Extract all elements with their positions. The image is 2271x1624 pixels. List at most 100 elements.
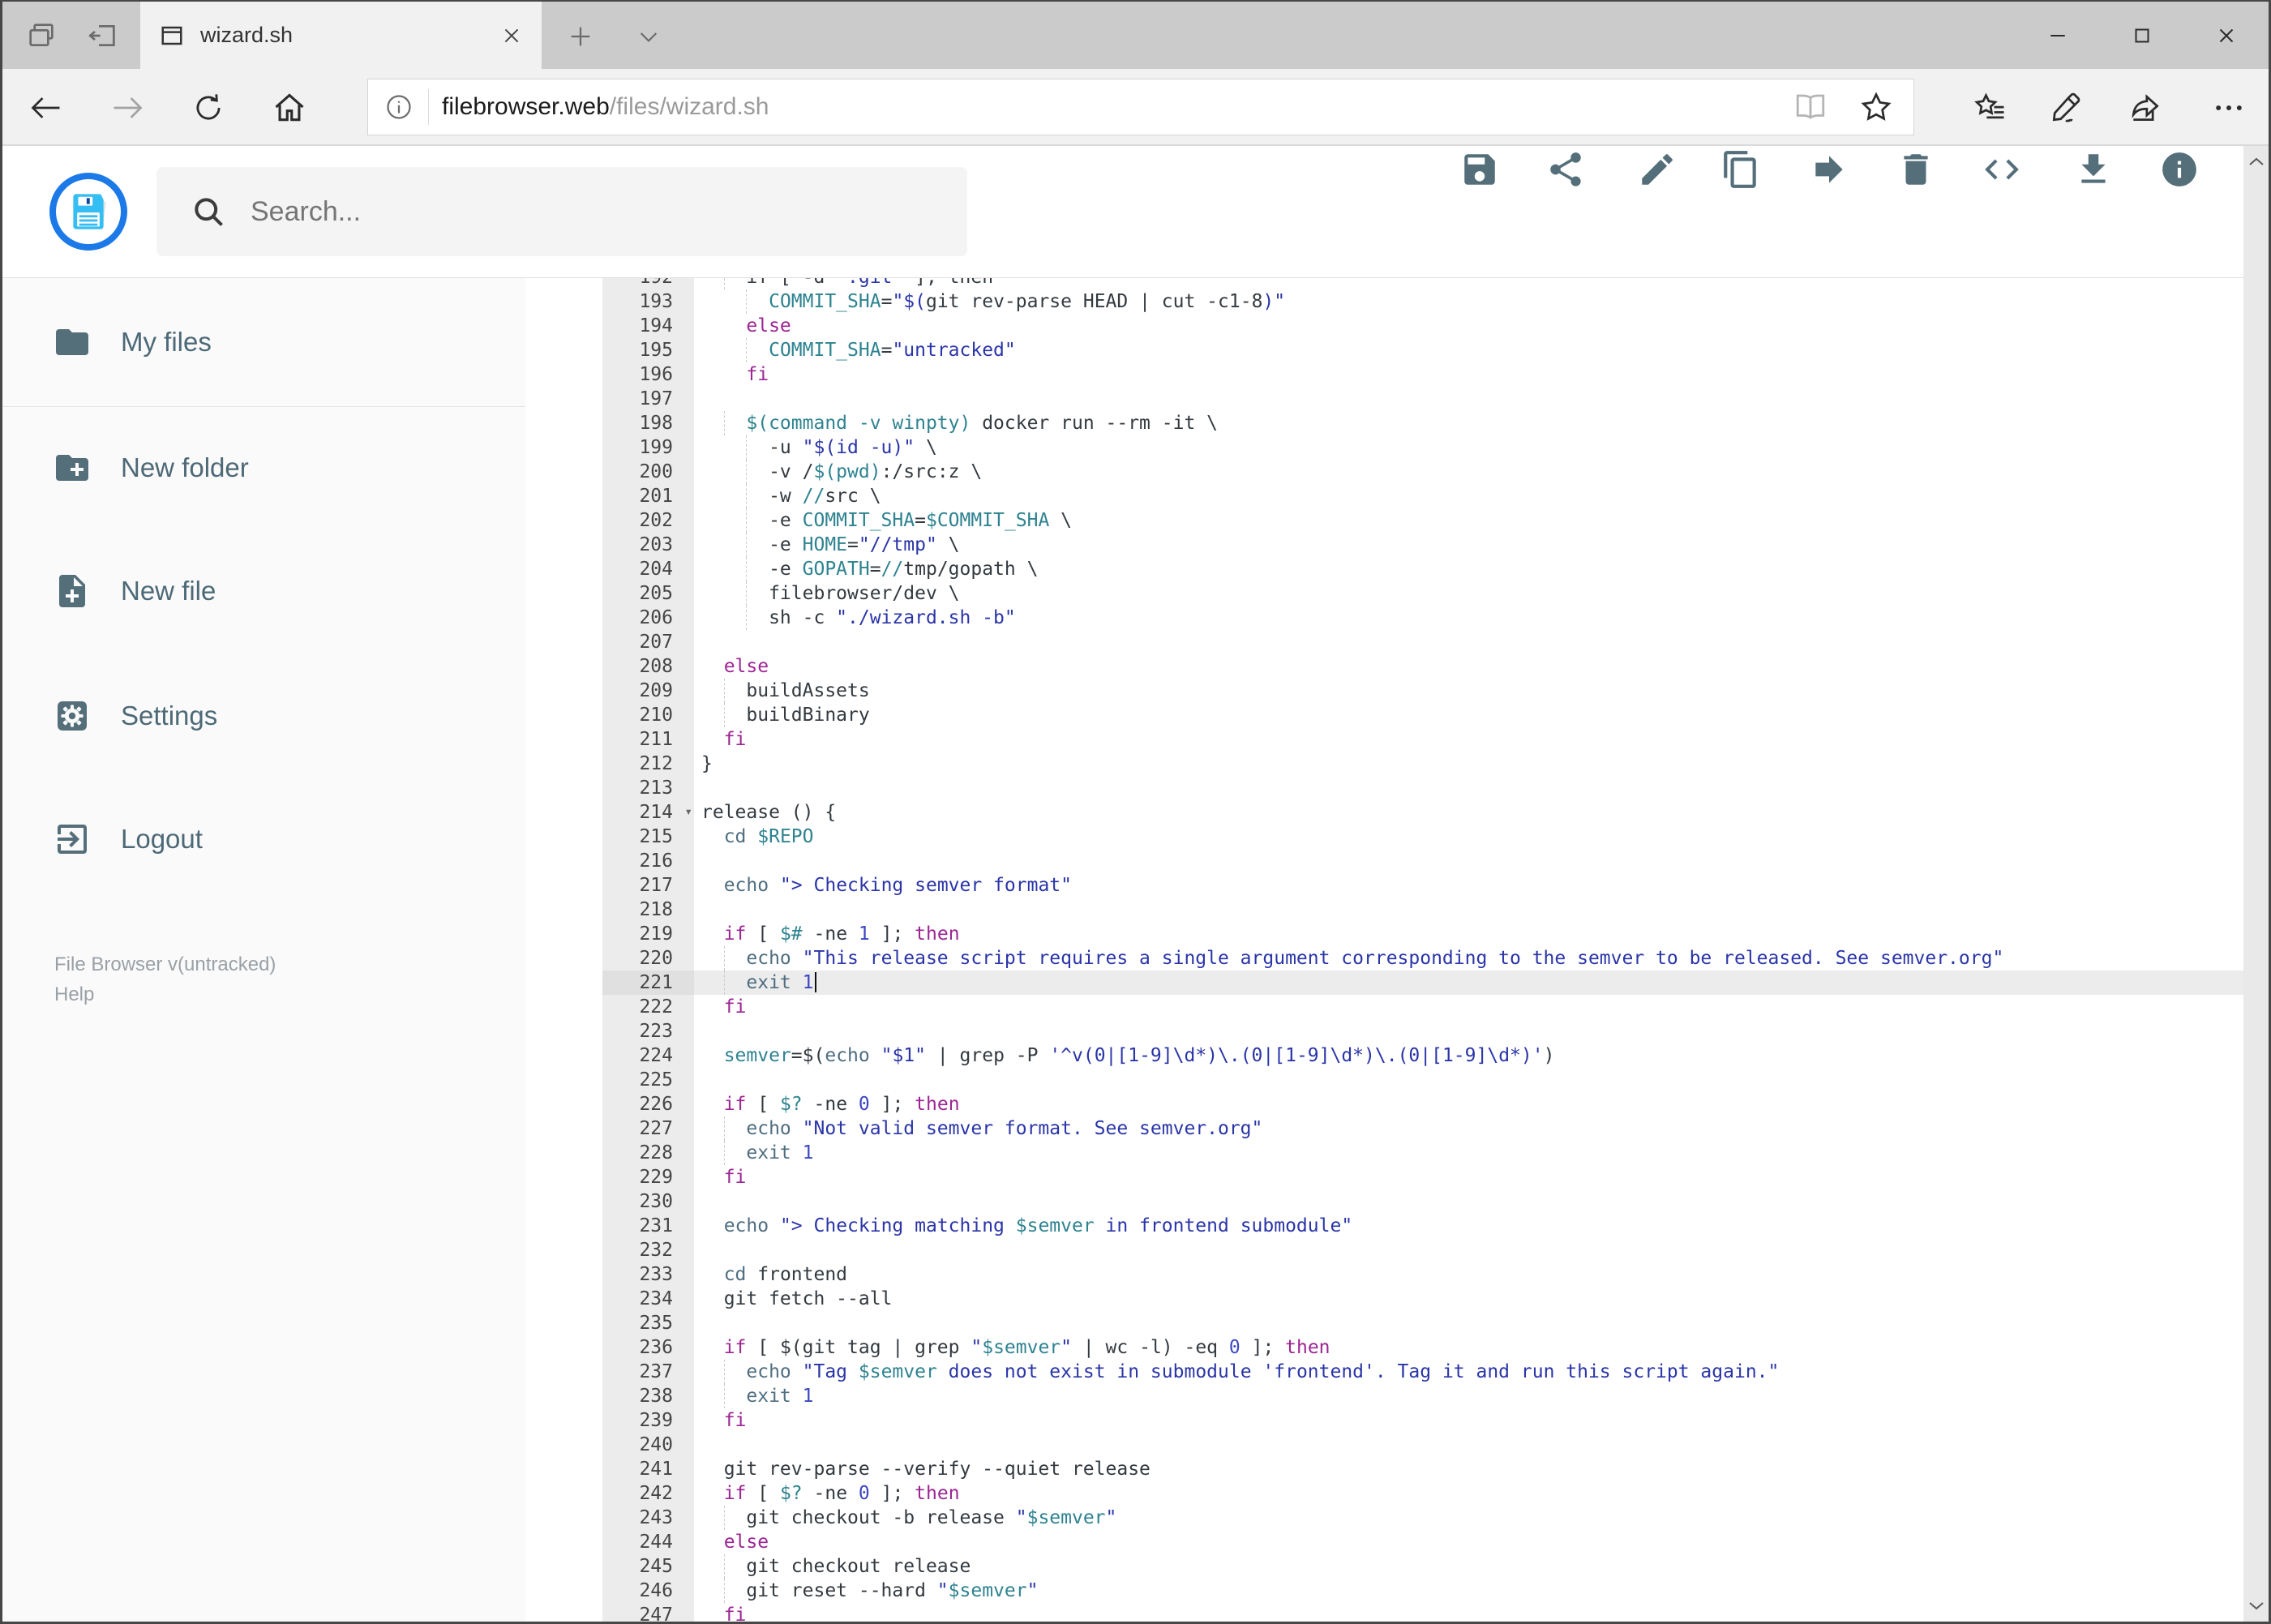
code-line-text[interactable]: fi	[694, 727, 2243, 752]
code-line-text[interactable]: echo "Tag $semver does not exist in subm…	[694, 1360, 2243, 1384]
sidebar-item-logout[interactable]: Logout	[2, 811, 525, 868]
code-line-227[interactable]: 227 echo "Not valid semver format. See s…	[602, 1116, 2243, 1141]
code-line-text[interactable]: git rev-parse --verify --quiet release	[694, 1457, 2243, 1481]
url-bar[interactable]: filebrowser.web/files/wizard.sh	[367, 79, 1914, 135]
code-line-218[interactable]: 218	[602, 898, 2243, 922]
code-line-230[interactable]: 230	[602, 1189, 2243, 1214]
code-line-text[interactable]: fi	[694, 1408, 2243, 1433]
code-line-text[interactable]	[694, 630, 2243, 654]
code-line-196[interactable]: 196 fi	[602, 362, 2243, 387]
code-line-text[interactable]: if [ -d ".git" ]; then	[694, 278, 2243, 289]
code-line-203[interactable]: 203 -e HOME="//tmp" \	[602, 533, 2243, 557]
code-line-text[interactable]	[694, 1311, 2243, 1335]
favorite-star-icon[interactable]	[1858, 89, 1894, 125]
favorites-hub-button[interactable]	[1971, 88, 2010, 127]
code-line-208[interactable]: 208 else	[602, 654, 2243, 679]
code-line-text[interactable]: COMMIT_SHA="untracked"	[694, 338, 2243, 362]
sidebar-item-settings[interactable]: Settings	[2, 688, 525, 744]
tab-close-button[interactable]	[501, 25, 522, 46]
download-button[interactable]	[2071, 147, 2116, 192]
code-line-text[interactable]: cd frontend	[694, 1262, 2243, 1287]
code-line-212[interactable]: 212}	[602, 752, 2243, 776]
code-line-228[interactable]: 228 exit 1	[602, 1141, 2243, 1165]
code-line-text[interactable]: -e HOME="//tmp" \	[694, 533, 2243, 557]
settings-more-button[interactable]	[2209, 88, 2248, 127]
refresh-button[interactable]	[189, 88, 228, 127]
set-tabs-aside-button[interactable]	[80, 13, 126, 58]
code-line-text[interactable]: fi	[694, 1165, 2243, 1189]
code-line-231[interactable]: 231 echo "> Checking matching $semver in…	[602, 1214, 2243, 1238]
code-line-238[interactable]: 238 exit 1	[602, 1384, 2243, 1408]
delete-button[interactable]	[1893, 147, 1939, 192]
code-line-213[interactable]: 213	[602, 776, 2243, 800]
code-line-text[interactable]	[694, 387, 2243, 411]
code-line-text[interactable]: filebrowser/dev \	[694, 581, 2243, 606]
code-line-207[interactable]: 207	[602, 630, 2243, 654]
code-line-text[interactable]	[694, 1189, 2243, 1214]
code-line-237[interactable]: 237 echo "Tag $semver does not exist in …	[602, 1360, 2243, 1384]
code-line-text[interactable]: semver=$(echo "$1" | grep -P '^v(0|[1-9]…	[694, 1043, 2243, 1068]
code-line-247[interactable]: 247 fi	[602, 1603, 2243, 1622]
code-line-text[interactable]: if [ $? -ne 0 ]; then	[694, 1481, 2243, 1506]
code-line-210[interactable]: 210 buildBinary	[602, 703, 2243, 727]
code-line-233[interactable]: 233 cd frontend	[602, 1262, 2243, 1287]
back-button[interactable]	[27, 88, 66, 127]
code-line-text[interactable]: else	[694, 1530, 2243, 1554]
code-line-text[interactable]: echo "> Checking semver format"	[694, 873, 2243, 898]
code-line-198[interactable]: 198 $(command -v winpty) docker run --rm…	[602, 411, 2243, 435]
code-line-229[interactable]: 229 fi	[602, 1165, 2243, 1189]
close-window-button[interactable]	[2184, 2, 2269, 69]
minimize-button[interactable]	[2016, 2, 2100, 69]
code-line-text[interactable]	[694, 1068, 2243, 1092]
code-line-text[interactable]: exit 1	[694, 1141, 2243, 1165]
code-line-216[interactable]: 216	[602, 849, 2243, 873]
page-scrollbar[interactable]	[2243, 146, 2269, 1622]
code-line-text[interactable]: git checkout release	[694, 1554, 2243, 1579]
filebrowser-logo[interactable]	[49, 173, 127, 251]
reading-view-icon[interactable]	[1793, 90, 1828, 124]
search-bar[interactable]: Search...	[156, 167, 967, 256]
fold-arrow-icon[interactable]: ▾	[684, 799, 692, 824]
code-line-199[interactable]: 199 -u "$(id -u)" \	[602, 435, 2243, 460]
code-line-text[interactable]	[694, 1238, 2243, 1262]
code-line-222[interactable]: 222 fi	[602, 995, 2243, 1019]
raw-code-button[interactable]	[1979, 147, 2025, 192]
code-line-text[interactable]: buildBinary	[694, 703, 2243, 727]
code-line-text[interactable]: release () {	[694, 800, 2243, 825]
url-text[interactable]: filebrowser.web/files/wizard.sh	[442, 93, 1793, 121]
help-link[interactable]: Help	[54, 979, 276, 1009]
code-line-242[interactable]: 242 if [ $? -ne 0 ]; then	[602, 1481, 2243, 1506]
code-line-text[interactable]: -u "$(id -u)" \	[694, 435, 2243, 460]
code-line-text[interactable]: git reset --hard "$semver"	[694, 1579, 2243, 1603]
web-notes-button[interactable]	[2046, 88, 2085, 127]
code-line-220[interactable]: 220 echo "This release script requires a…	[602, 946, 2243, 971]
edit-button[interactable]	[1635, 147, 1680, 192]
tab-list-dropdown-button[interactable]	[628, 16, 669, 57]
code-line-text[interactable]: if [ $# -ne 1 ]; then	[694, 922, 2243, 946]
code-line-text[interactable]: exit 1	[694, 1384, 2243, 1408]
code-line-236[interactable]: 236 if [ $(git tag | grep "$semver" | wc…	[602, 1335, 2243, 1360]
code-line-235[interactable]: 235	[602, 1311, 2243, 1335]
code-line-246[interactable]: 246 git reset --hard "$semver"	[602, 1579, 2243, 1603]
code-line-text[interactable]: git checkout -b release "$semver"	[694, 1506, 2243, 1530]
code-line-221[interactable]: 221 exit 1	[602, 971, 2243, 995]
home-button[interactable]	[270, 88, 309, 127]
code-line-205[interactable]: 205 filebrowser/dev \	[602, 581, 2243, 606]
code-line-text[interactable]: buildAssets	[694, 679, 2243, 703]
code-line-text[interactable]: $(command -v winpty) docker run --rm -it…	[694, 411, 2243, 435]
code-line-224[interactable]: 224 semver=$(echo "$1" | grep -P '^v(0|[…	[602, 1043, 2243, 1068]
code-line-text[interactable]	[694, 849, 2243, 873]
code-line-217[interactable]: 217 echo "> Checking semver format"	[602, 873, 2243, 898]
code-line-239[interactable]: 239 fi	[602, 1408, 2243, 1433]
code-line-225[interactable]: 225	[602, 1068, 2243, 1092]
code-line-text[interactable]: -e COMMIT_SHA=$COMMIT_SHA \	[694, 508, 2243, 533]
code-line-226[interactable]: 226 if [ $? -ne 0 ]; then	[602, 1092, 2243, 1116]
code-line-text[interactable]: if [ $(git tag | grep "$semver" | wc -l)…	[694, 1335, 2243, 1360]
code-line-text[interactable]: exit 1	[694, 971, 2243, 995]
code-line-211[interactable]: 211 fi	[602, 727, 2243, 752]
sidebar-item-my-files[interactable]: My files	[2, 314, 525, 371]
move-button[interactable]	[1806, 147, 1852, 192]
code-line-209[interactable]: 209 buildAssets	[602, 679, 2243, 703]
code-line-text[interactable]: -v /$(pwd):/src:z \	[694, 460, 2243, 484]
forward-button[interactable]	[108, 88, 147, 127]
